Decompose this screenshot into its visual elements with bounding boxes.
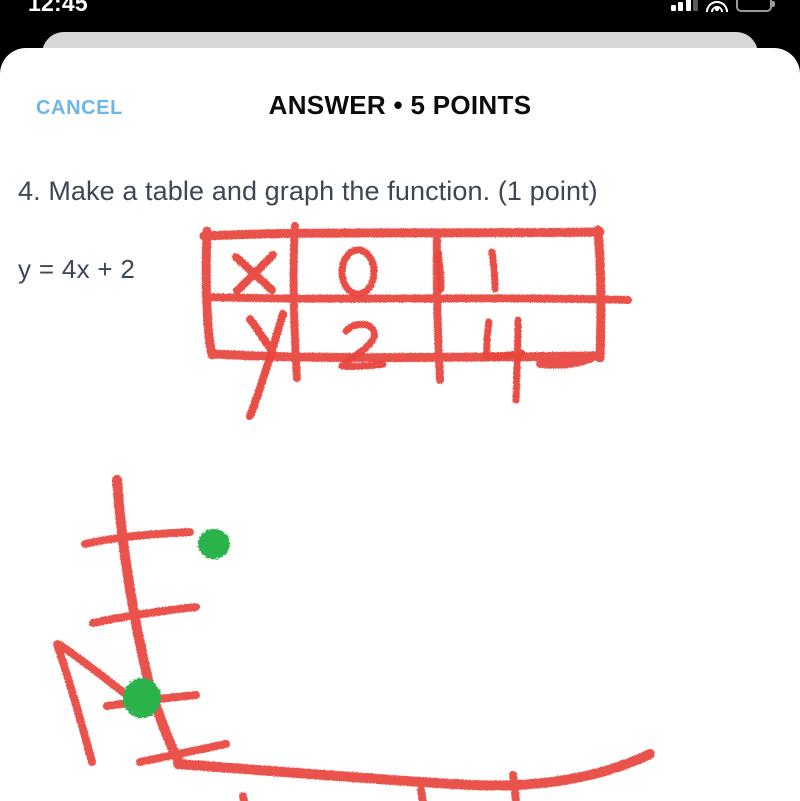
- battery-icon: [736, 0, 775, 12]
- status-bar-indicators: [670, 0, 775, 12]
- plotted-points: [123, 529, 230, 718]
- question-prompt: 4. Make a table and graph the function. …: [18, 176, 598, 206]
- handwritten-table: [199, 222, 632, 384]
- table-handwritten-labels: [232, 246, 526, 420]
- plotted-point-0-2: [198, 529, 230, 559]
- plotted-point-1-4: [123, 678, 161, 718]
- modal-header: CANCEL ANSWER • 5 POINTS: [0, 48, 800, 124]
- modal-title: ANSWER • 5 POINTS: [268, 90, 532, 120]
- handwritten-ink-layer: [53, 222, 655, 801]
- phone-screen: 12:45 CANCEL ANSWER • 5 POINTS 4. Make a…: [0, 0, 800, 801]
- question-equation: y = 4x + 2: [18, 254, 136, 284]
- cellular-signal-icon: [670, 0, 698, 11]
- wifi-icon: [706, 0, 728, 11]
- status-bar-time: 12:45: [28, 0, 88, 16]
- handwritten-graph-axes: [53, 475, 655, 801]
- status-bar: 12:45: [0, 0, 800, 18]
- answer-modal-sheet: CANCEL ANSWER • 5 POINTS 4. Make a table…: [0, 48, 800, 801]
